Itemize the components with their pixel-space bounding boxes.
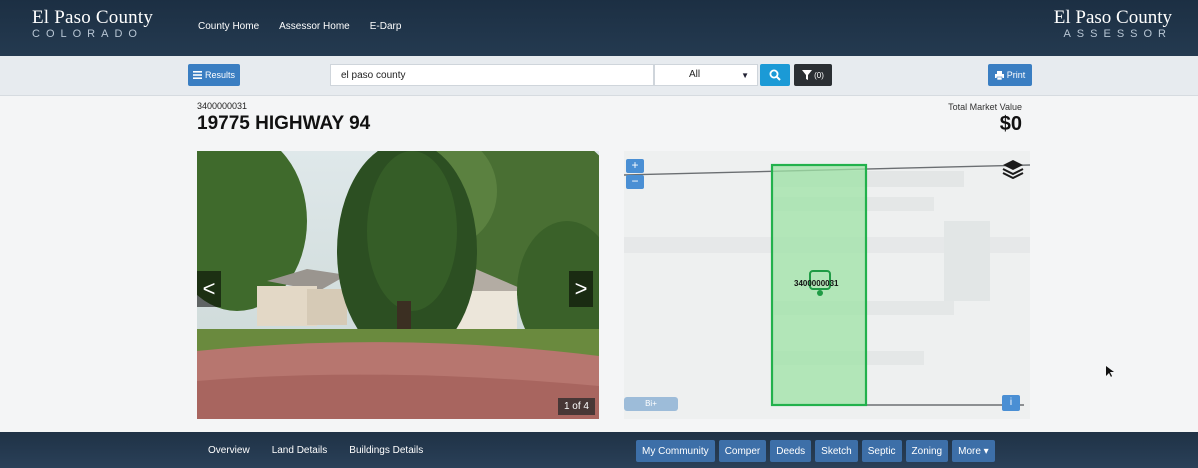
search-toolbar: Results All ▼ (0) Print <box>0 56 1198 96</box>
nav-e-darp[interactable]: E-Darp <box>370 21 402 32</box>
list-icon <box>192 71 202 79</box>
photo-next-button[interactable]: > <box>569 271 593 307</box>
search-scope-select[interactable]: All ▼ <box>654 64 758 86</box>
photo-prev-button[interactable]: < <box>197 271 221 307</box>
nav-assessor-home[interactable]: Assessor Home <box>279 21 350 32</box>
search-icon <box>769 69 781 81</box>
search-scope-value: All <box>689 69 701 80</box>
photo-counter: 1 of 4 <box>557 398 595 415</box>
property-actions: My Community Comper Deeds Sketch Septic … <box>636 440 995 462</box>
print-icon <box>994 70 1004 80</box>
parcel-number: 3400000031 <box>197 101 248 111</box>
deeds-button[interactable]: Deeds <box>770 440 812 462</box>
map-parcel-label: 3400000031 <box>794 279 839 288</box>
assessor-logo[interactable]: El Paso County ASSESSOR <box>1053 7 1172 41</box>
results-button[interactable]: Results <box>188 64 240 86</box>
search-input[interactable] <box>330 64 654 86</box>
assessor-brand-name: El Paso County <box>1053 7 1172 28</box>
layers-button[interactable] <box>1002 159 1024 184</box>
map-zoom-controls: + − <box>626 159 644 189</box>
my-community-button[interactable]: My Community <box>636 440 715 462</box>
total-market-value-label: Total Market Value <box>948 102 1022 112</box>
print-button[interactable]: Print <box>988 64 1032 86</box>
comper-button[interactable]: Comper <box>718 440 767 462</box>
detail-tabs: Overview Land Details Buildings Details <box>208 445 423 456</box>
zoom-in-button[interactable]: + <box>626 159 644 173</box>
brand-subtitle: COLORADO <box>32 28 143 40</box>
tab-buildings-details[interactable]: Buildings Details <box>349 445 423 456</box>
property-photo <box>197 151 599 419</box>
nav-county-home[interactable]: County Home <box>198 21 259 32</box>
sketch-button[interactable]: Sketch <box>815 440 858 462</box>
layers-icon <box>1002 160 1024 180</box>
filter-button[interactable]: (0) <box>794 64 832 86</box>
map-scale-control[interactable]: Bi+ <box>624 397 678 411</box>
mouse-pointer-icon <box>1106 366 1114 377</box>
bottom-nav: Overview Land Details Buildings Details … <box>0 432 1198 468</box>
total-market-value: $0 <box>999 113 1022 135</box>
print-label: Print <box>1006 70 1026 80</box>
tab-overview[interactable]: Overview <box>208 445 250 456</box>
zoom-out-button[interactable]: − <box>626 175 644 189</box>
top-header: El Paso County COLORADO County Home Asse… <box>0 0 1198 56</box>
map-info-button[interactable]: i <box>1002 395 1020 411</box>
assessor-brand-subtitle: ASSESSOR <box>1063 28 1172 40</box>
county-logo[interactable]: El Paso County COLORADO <box>32 7 154 41</box>
results-label: Results <box>204 70 235 80</box>
search-button[interactable] <box>760 64 790 86</box>
tab-land-details[interactable]: Land Details <box>272 445 328 456</box>
property-address: 19775 HIGHWAY 94 <box>197 113 371 134</box>
zoning-button[interactable]: Zoning <box>905 440 949 462</box>
parcel-map[interactable]: + − 3400000031 Bi+ i <box>624 151 1030 419</box>
more-dropdown-button[interactable]: More ▾ <box>952 440 995 462</box>
top-nav: County Home Assessor Home E-Darp <box>198 21 401 32</box>
septic-button[interactable]: Septic <box>861 440 902 462</box>
brand-name: El Paso County <box>32 7 154 28</box>
property-photo-carousel[interactable]: < > 1 of 4 <box>197 151 599 419</box>
chevron-down-icon: ▼ <box>741 71 749 80</box>
filter-icon <box>802 70 813 80</box>
filter-count: (0) <box>814 70 824 80</box>
